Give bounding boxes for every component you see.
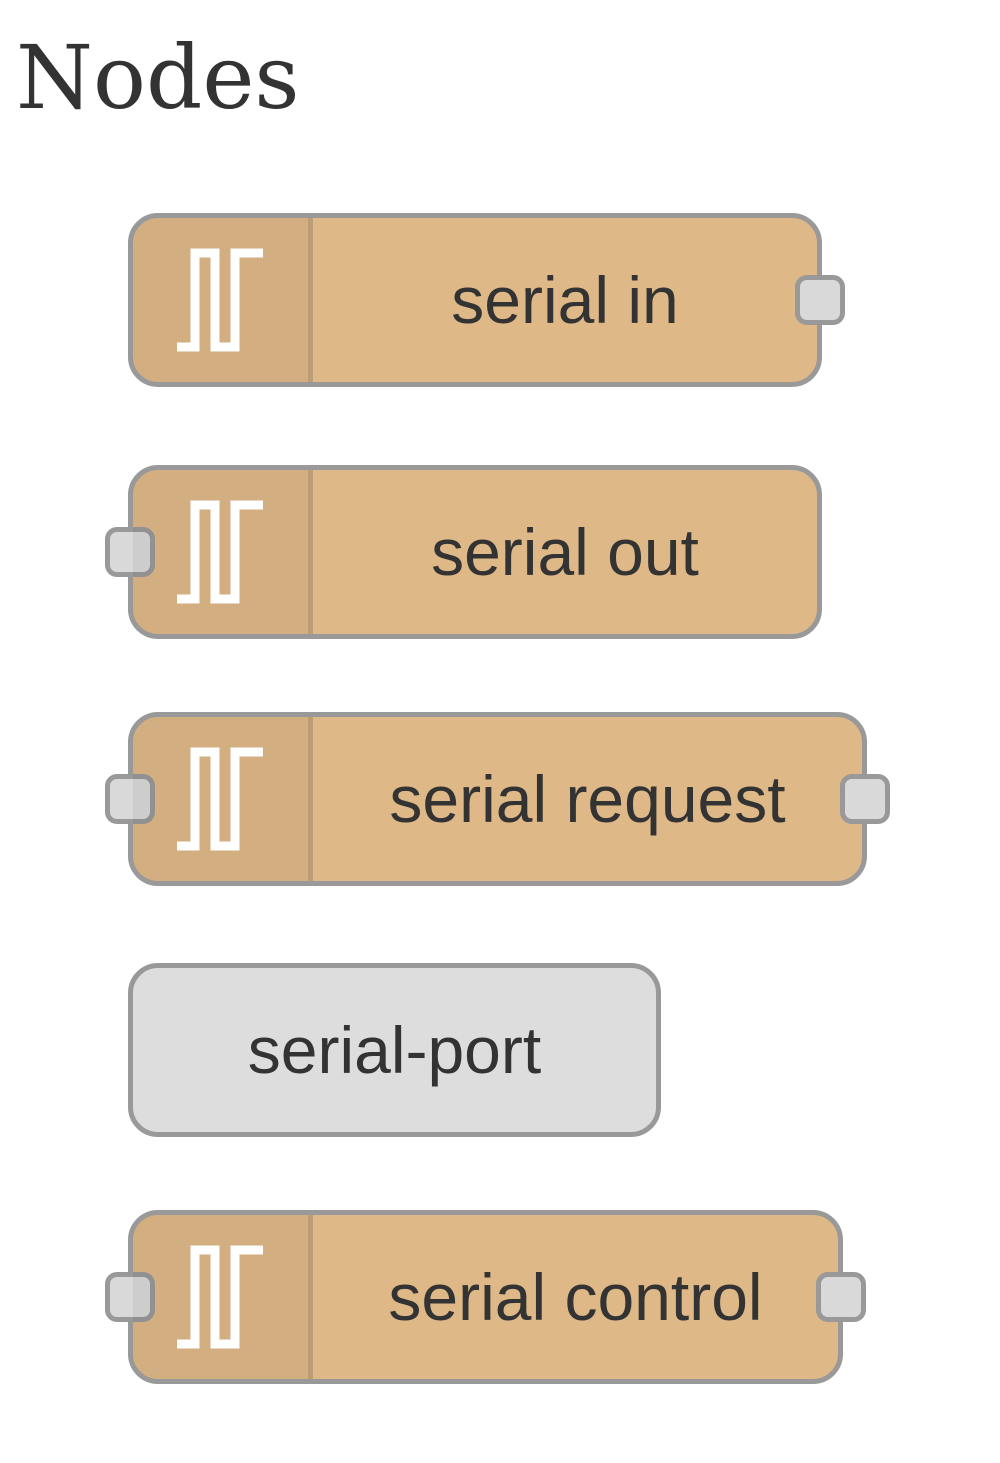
node-serial-out[interactable]: serial out [105, 465, 822, 639]
serial-icon [133, 717, 313, 881]
node-label: serial-port [247, 1013, 542, 1087]
node-serial-control[interactable]: serial control [105, 1210, 866, 1384]
node-serial-request[interactable]: serial request [105, 712, 890, 886]
serial-icon [133, 1215, 313, 1379]
serial-icon [133, 218, 313, 382]
node-label: serial in [451, 263, 679, 337]
serial-icon [133, 470, 313, 634]
node-serial-port[interactable]: serial-port [128, 963, 661, 1137]
page-title: Nodes [16, 26, 300, 129]
node-label: serial request [389, 762, 786, 836]
node-serial-in[interactable]: serial in [128, 213, 845, 387]
output-port[interactable] [816, 1272, 866, 1322]
node-label: serial control [388, 1260, 763, 1334]
output-port[interactable] [840, 774, 890, 824]
node-label: serial out [431, 515, 699, 589]
output-port[interactable] [795, 275, 845, 325]
